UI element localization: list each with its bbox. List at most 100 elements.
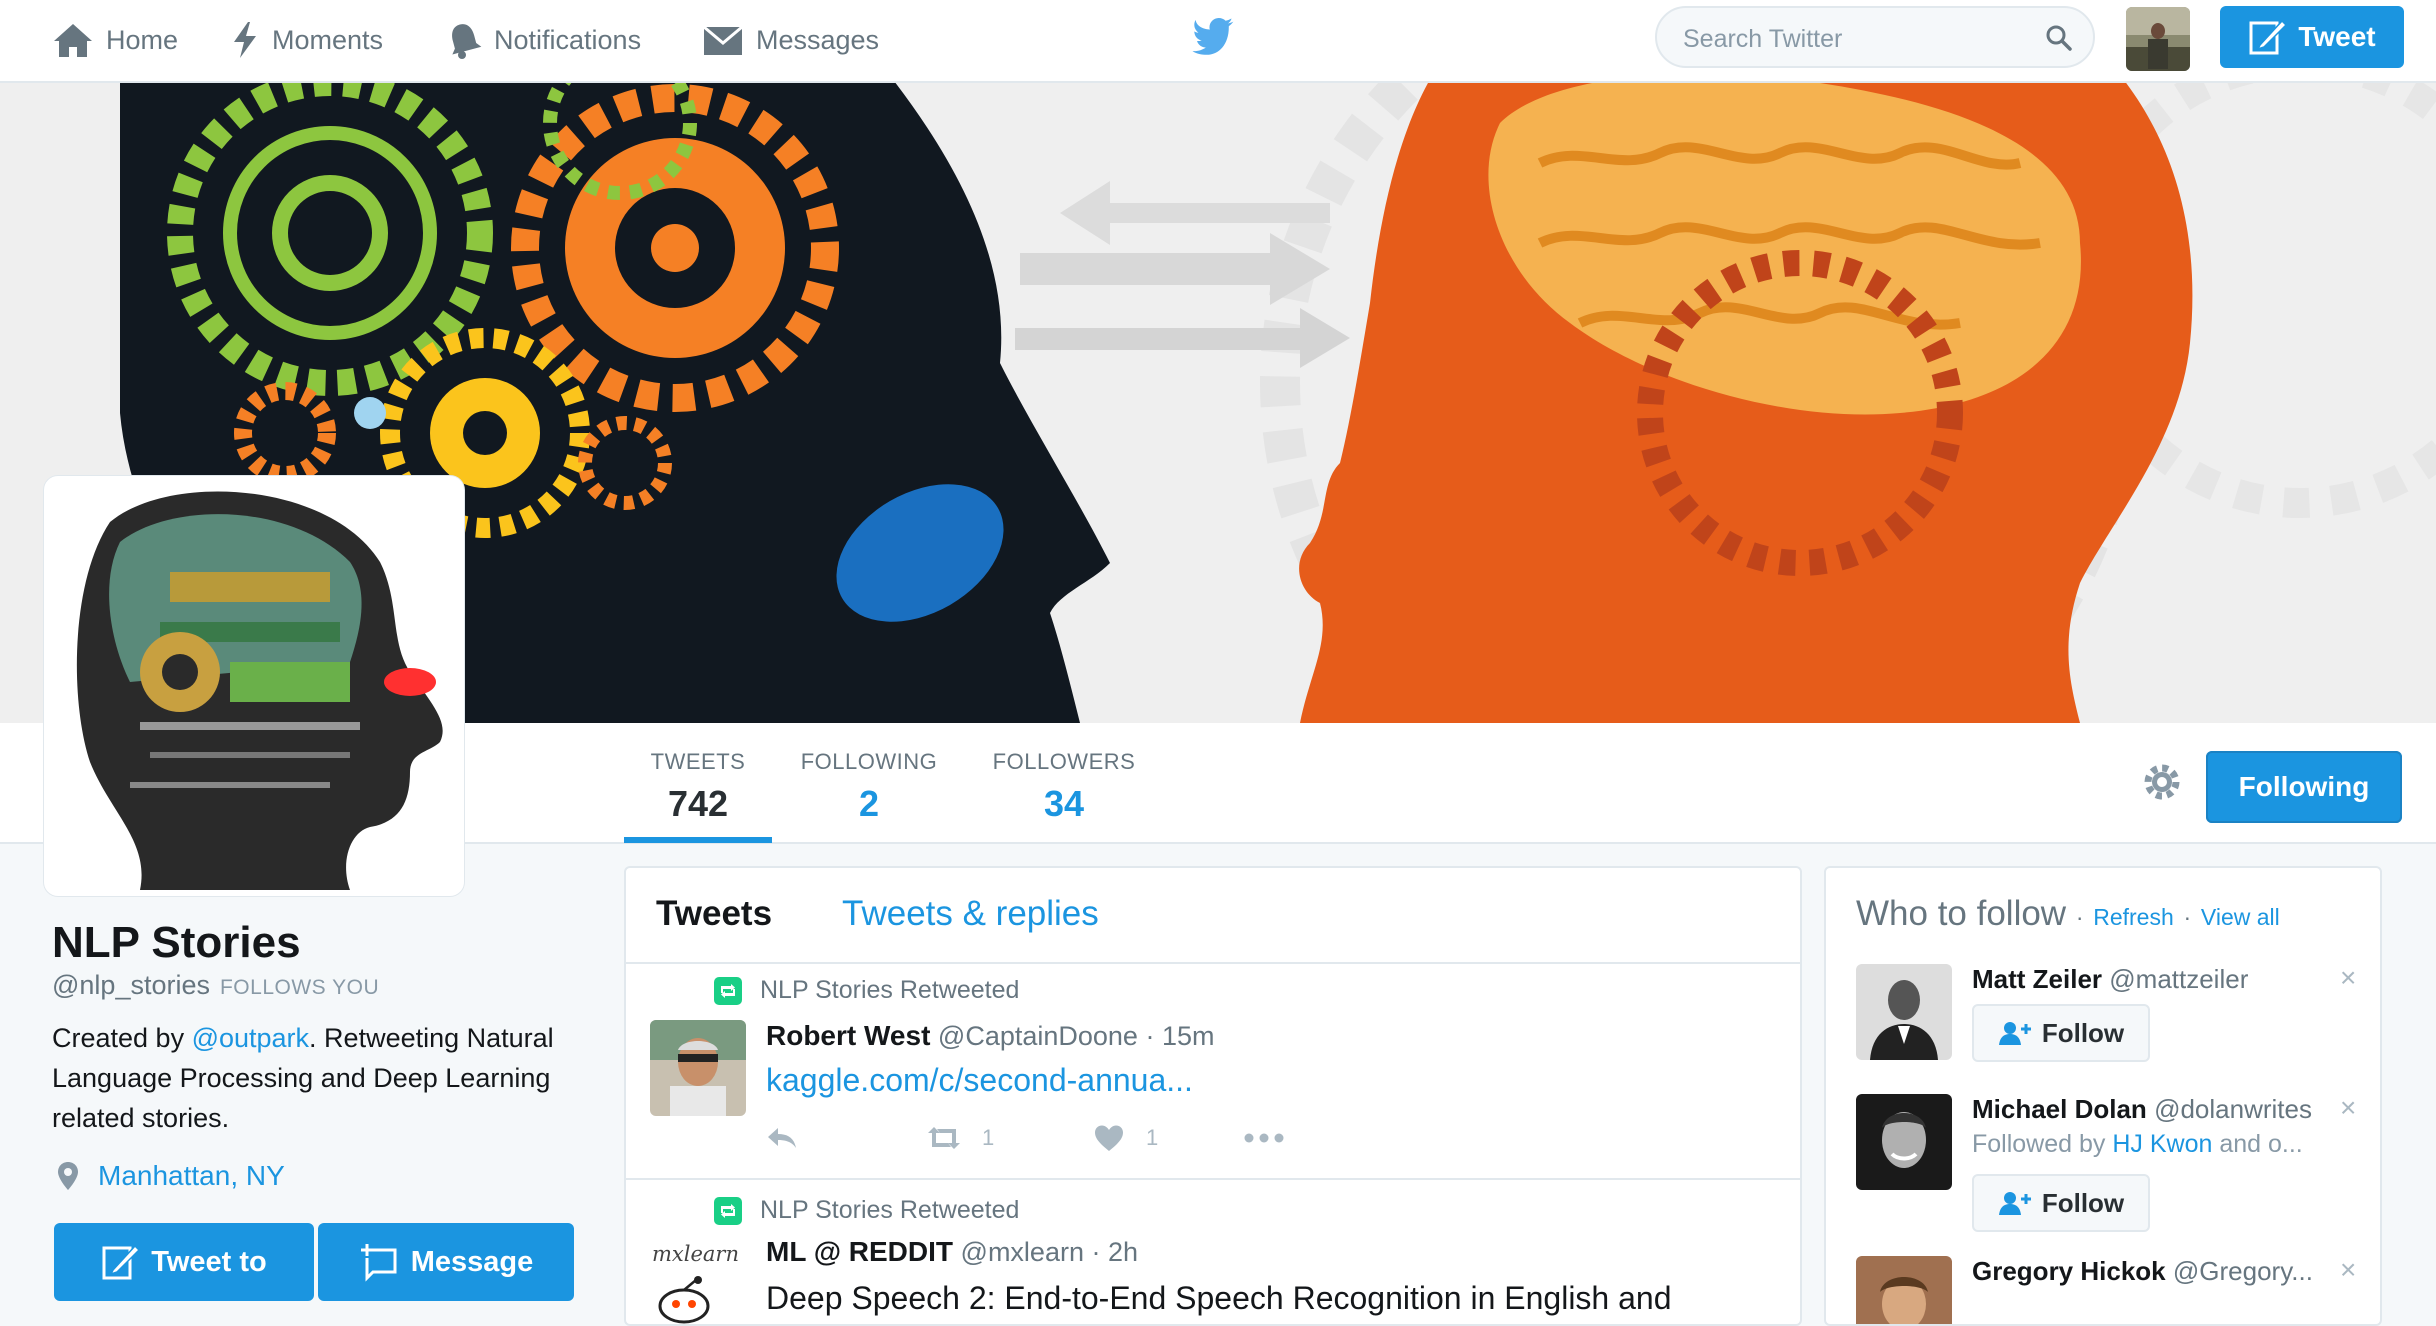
suggestion-name[interactable]: Michael Dolan xyxy=(1972,1094,2147,1124)
tweet-author-handle[interactable]: @mxlearn xyxy=(961,1237,1084,1267)
following-button[interactable]: Following xyxy=(2206,751,2402,823)
tweet-link[interactable]: kaggle.com/c/second-annua... xyxy=(766,1062,1193,1099)
suggestion-name[interactable]: Gregory Hickok xyxy=(1972,1256,2166,1286)
tweet-item[interactable]: NLP Stories Retweeted mxlearn ML @ REDDI… xyxy=(626,1180,1800,1324)
tweet-author-avatar[interactable]: mxlearn xyxy=(650,1236,746,1324)
profile-bio: Created by @outpark. Retweeting Natural … xyxy=(52,1018,592,1138)
nav-messages[interactable]: Messages xyxy=(702,0,879,80)
view-all-link[interactable]: View all xyxy=(2201,904,2280,930)
tweet-timestamp[interactable]: · 2h xyxy=(1092,1237,1139,1267)
profile-avatar-image xyxy=(50,482,458,890)
tweet-to-label: Tweet to xyxy=(151,1245,267,1278)
nav-home[interactable]: Home xyxy=(52,0,178,80)
follow-label: Follow xyxy=(2041,1017,2125,1048)
retweet-context: NLP Stories Retweeted xyxy=(714,1196,1019,1225)
suggestion-avatar-image xyxy=(1856,1094,1952,1190)
suggestion-name-row: Michael Dolan @dolanwrites xyxy=(1972,1094,2312,1125)
compose-tweet-label: Tweet xyxy=(2298,21,2376,52)
suggestion-avatar[interactable] xyxy=(1856,964,1952,1060)
dismiss-suggestion-button[interactable]: × xyxy=(2340,1254,2356,1286)
tweet-actions: 1 1 xyxy=(766,1124,1284,1152)
nav-home-label: Home xyxy=(106,24,179,55)
retweet-context-text: NLP Stories Retweeted xyxy=(760,976,1020,1004)
stat-tweets-label: TWEETS xyxy=(650,749,746,774)
follow-button[interactable]: Follow xyxy=(1972,1004,2150,1062)
reply-button[interactable] xyxy=(766,1126,924,1150)
add-user-icon xyxy=(1998,1022,2031,1045)
tweet-item[interactable]: NLP Stories Retweeted Robert West @Capta… xyxy=(626,964,1800,1184)
suggestion-handle[interactable]: @Gregory... xyxy=(2173,1256,2313,1286)
like-count: 1 xyxy=(1146,1125,1159,1150)
header-separator: · xyxy=(2183,904,2192,930)
suggestion-avatar-image xyxy=(1856,964,1952,1060)
suggestion-handle[interactable]: @dolanwrites xyxy=(2154,1094,2312,1124)
tweet-to-button[interactable]: Tweet to xyxy=(54,1223,314,1301)
twitter-bird-logo[interactable] xyxy=(1192,18,1236,61)
location-pin-icon xyxy=(58,1162,78,1190)
stat-followers-value: 34 xyxy=(1043,783,1085,824)
tweet-author-name[interactable]: ML @ REDDIT xyxy=(766,1236,953,1267)
tweet-author-avatar[interactable] xyxy=(650,1020,746,1116)
like-button[interactable]: 1 xyxy=(1094,1124,1244,1152)
nav-moments[interactable]: Moments xyxy=(230,0,383,80)
suggestion-avatar[interactable] xyxy=(1856,1094,1952,1190)
tweet-author-handle[interactable]: @CaptainDoone xyxy=(938,1021,1138,1051)
suggestion-name[interactable]: Matt Zeiler xyxy=(1972,964,2102,994)
nav-moments-label: Moments xyxy=(272,24,384,55)
followed-by-link[interactable]: HJ Kwon xyxy=(2112,1130,2212,1158)
user-avatar[interactable] xyxy=(2126,7,2190,71)
dismiss-suggestion-button[interactable]: × xyxy=(2340,1092,2356,1124)
follow-label: Follow xyxy=(2041,1187,2125,1218)
reply-icon xyxy=(768,1128,796,1148)
profile-location: Manhattan, NY xyxy=(56,1160,285,1192)
message-button[interactable]: Message xyxy=(318,1223,574,1301)
timeline-tabs: Tweets Tweets & replies xyxy=(626,868,1800,964)
retweet-button[interactable]: 1 xyxy=(924,1125,1094,1151)
refresh-link[interactable]: Refresh xyxy=(2093,904,2174,930)
search-box[interactable] xyxy=(1655,6,2095,68)
compose-tweet-button[interactable]: Tweet xyxy=(2220,6,2404,68)
more-options-button[interactable] xyxy=(1244,1133,1284,1143)
gear-icon[interactable] xyxy=(2142,762,2182,802)
avatar-wordmark: mxlearn xyxy=(652,1242,739,1266)
envelope-icon xyxy=(703,25,743,55)
suggestion-avatar-image xyxy=(1856,1256,1952,1324)
search-icon[interactable] xyxy=(2045,24,2073,52)
retweet-context: NLP Stories Retweeted xyxy=(714,976,1019,1005)
suggestion-name-row: Matt Zeiler @mattzeiler xyxy=(1972,964,2248,995)
nav-notifications-label: Notifications xyxy=(494,24,642,55)
location-link[interactable]: Manhattan, NY xyxy=(98,1160,285,1192)
search-input[interactable] xyxy=(1681,20,2025,58)
tweet-timestamp[interactable]: · 15m xyxy=(1145,1021,1214,1051)
reddit-alien-icon xyxy=(658,1276,710,1324)
message-label: Message xyxy=(410,1245,534,1278)
new-message-icon xyxy=(360,1244,397,1282)
bio-mention-link[interactable]: @outpark xyxy=(192,1023,309,1053)
follow-button[interactable]: Follow xyxy=(1972,1174,2150,1232)
tweet-author-name[interactable]: Robert West xyxy=(766,1020,930,1051)
suggestion-handle[interactable]: @mattzeiler xyxy=(2109,964,2248,994)
stat-following[interactable]: FOLLOWING 2 xyxy=(798,749,940,825)
top-navigation-bar: Home Moments Notifications Messages Sear… xyxy=(0,0,2436,83)
stat-followers[interactable]: FOLLOWERS 34 xyxy=(990,749,1138,825)
twitter-bird-icon xyxy=(1192,18,1234,55)
more-dots-icon xyxy=(1244,1133,1284,1143)
stat-tweets-value: 742 xyxy=(667,783,729,824)
stat-tweets[interactable]: TWEETS 742 xyxy=(624,749,772,825)
nav-notifications[interactable]: Notifications xyxy=(446,0,641,80)
suggestion-avatar[interactable] xyxy=(1856,1256,1952,1324)
followed-by-prefix: Followed by xyxy=(1972,1130,2113,1158)
profile-avatar[interactable] xyxy=(44,476,464,896)
who-to-follow-module: Who to follow · Refresh · View all Matt … xyxy=(1824,866,2382,1326)
follows-you-badge: FOLLOWS YOU xyxy=(219,976,380,999)
home-icon xyxy=(54,24,92,57)
profile-handle-row: @nlp_stories FOLLOWS YOU xyxy=(52,970,379,1001)
profile-name: NLP Stories xyxy=(52,918,301,967)
tab-tweets[interactable]: Tweets xyxy=(656,894,772,934)
tab-tweets-and-replies[interactable]: Tweets & replies xyxy=(842,894,1099,934)
who-to-follow-title: Who to follow xyxy=(1856,894,2067,933)
nav-messages-label: Messages xyxy=(756,24,880,55)
header-separator: · xyxy=(2075,904,2084,930)
profile-handle[interactable]: @nlp_stories xyxy=(52,970,210,1000)
dismiss-suggestion-button[interactable]: × xyxy=(2340,962,2356,994)
